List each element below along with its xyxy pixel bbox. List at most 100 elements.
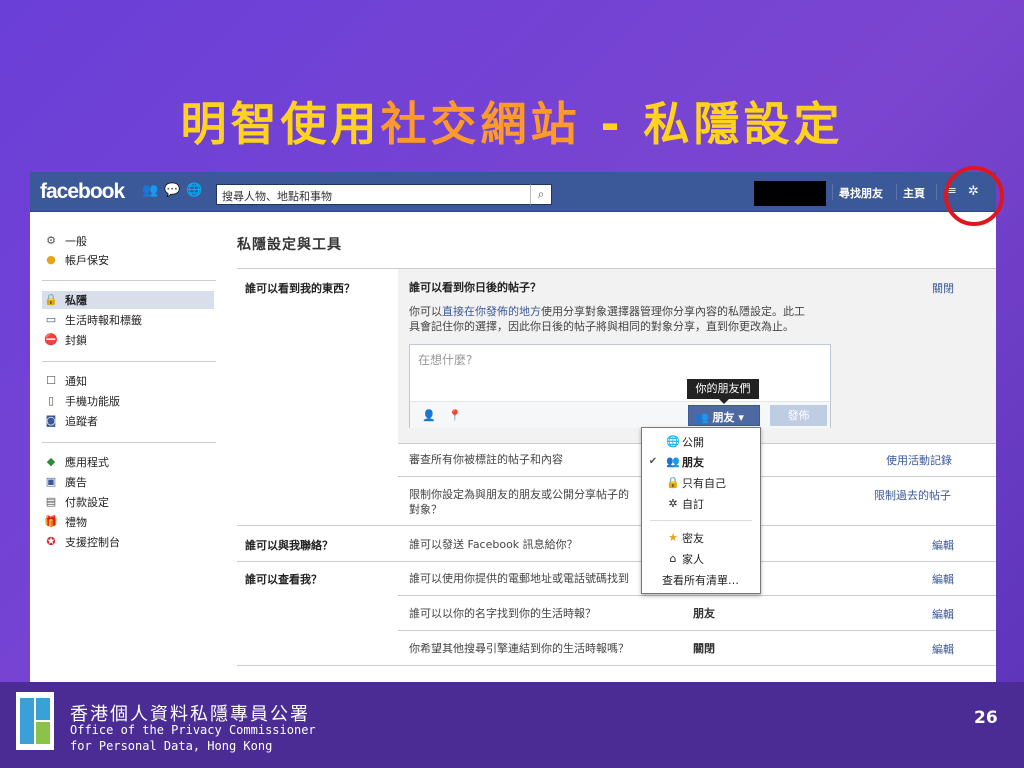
section-label-contact: 誰可以與我聯絡？	[245, 539, 333, 552]
organisation-name-en-line1: Office of the Privacy Commissioner	[70, 723, 316, 737]
redacted-profile	[754, 181, 826, 206]
section-label-lookup: 誰可以查看我？	[245, 573, 322, 586]
option-label: 只有自己	[682, 476, 726, 490]
audience-selector-button[interactable]: 👥 朋友 ▾	[688, 405, 760, 426]
friends-icon: 👥	[666, 455, 680, 468]
facebook-topbar: facebook 👥 💬 🌐 搜尋人物、地點和事物 ⌕ 尋找朋友 主頁 ⁝≡ ✲	[30, 172, 996, 212]
messages-icon[interactable]: 💬	[164, 184, 180, 198]
composer-placeholder: 在想什麼?	[418, 353, 473, 367]
audience-option-custom[interactable]: ✲ 自訂	[642, 494, 760, 513]
gear-icon: ✲	[668, 497, 678, 510]
audience-tooltip: 你的朋友們	[687, 379, 759, 404]
lock-icon: 🔒	[666, 476, 680, 489]
audience-option-only-me[interactable]: 🔒 只有自己	[642, 473, 760, 492]
sidebar-item-security[interactable]: ● 帳戶保安	[44, 251, 216, 269]
divider	[42, 280, 216, 281]
sidebar-item-label: 支援控制台	[65, 536, 120, 549]
limit-past-text: 限制你設定為與朋友的朋友或公開分享帖子的 對象？	[409, 487, 629, 517]
block-icon: ⛔	[44, 333, 58, 346]
divider	[237, 665, 996, 666]
mobile-icon: ▯	[47, 394, 55, 407]
edit-link[interactable]: 編輯	[932, 537, 954, 553]
sidebar-item-privacy[interactable]: 🔒 私隱	[42, 291, 214, 309]
page-number: 26	[974, 708, 998, 728]
edit-link[interactable]: 編輯	[932, 641, 954, 657]
desc-text: 具會記住你的選擇，因此你日後的帖子將與相同的對象分享，直到你更改為止。	[409, 320, 794, 333]
sidebar-item-label: 一般	[65, 235, 87, 248]
location-icon[interactable]: 📍	[448, 409, 462, 422]
edit-link[interactable]: 編輯	[932, 606, 954, 622]
desc-link[interactable]: 直接在你發佈的地方	[442, 305, 541, 318]
sidebar-item-notifications[interactable]: ☐ 通知	[44, 372, 216, 390]
search-engine-value: 關閉	[693, 642, 715, 655]
support-icon: ✪	[46, 535, 56, 548]
sidebar-item-label: 廣告	[65, 476, 87, 489]
sidebar-item-label: 封鎖	[65, 334, 87, 347]
sidebar-item-general[interactable]: ⚙ 一般	[44, 232, 216, 250]
search-input[interactable]: 搜尋人物、地點和事物	[216, 184, 552, 205]
divider	[650, 520, 752, 521]
divider	[398, 595, 996, 596]
slide-title-part3: - 私隱設定	[580, 97, 844, 151]
edit-link[interactable]: 編輯	[932, 571, 954, 587]
facebook-logo[interactable]: facebook	[40, 180, 125, 204]
see-all-lists-link[interactable]: 查看所有清單…	[642, 570, 760, 589]
expanded-description: 你可以直接在你發佈的地方使用分享對象選擇器管理你分享內容的私隱設定。此工 具會記住…	[409, 304, 805, 334]
home-icon: ⌂	[669, 552, 677, 565]
expanded-title: 誰可以看到你日後的帖子？	[409, 281, 541, 294]
home-link[interactable]: 主頁	[903, 185, 925, 201]
sidebar-item-timeline[interactable]: ▭ 生活時報和標籤	[44, 311, 216, 329]
ads-icon: ▣	[45, 475, 57, 488]
sidebar-item-followers[interactable]: ◙ 追蹤者	[44, 412, 216, 430]
find-friends-link[interactable]: 尋找朋友	[839, 185, 883, 201]
tag-friends-icon[interactable]: 👤	[422, 409, 436, 422]
sidebar-item-label: 付款設定	[65, 496, 109, 509]
close-link[interactable]: 關閉	[932, 280, 954, 296]
activity-log-link[interactable]: 使用活動記錄	[886, 452, 952, 468]
gears-icon: ⚙	[46, 234, 56, 247]
notifications-globe-icon[interactable]: 🌐	[186, 184, 202, 198]
slide-title-part1: 明智使用	[180, 97, 381, 151]
audience-option-close-friends[interactable]: ★ 密友	[642, 528, 760, 547]
star-icon: ★	[668, 531, 678, 544]
limit-past-posts-link[interactable]: 限制過去的帖子	[874, 487, 951, 503]
friend-requests-icon[interactable]: 👥	[142, 184, 158, 198]
audience-option-family[interactable]: ⌂ 家人	[642, 549, 760, 568]
sidebar-item-label: 追蹤者	[65, 415, 98, 428]
search-icon[interactable]: ⌕	[530, 184, 552, 205]
divider	[237, 561, 996, 562]
option-label: 家人	[682, 552, 704, 566]
audience-option-public[interactable]: 🌐 公開	[642, 432, 760, 451]
audience-option-friends[interactable]: ✔ 👥 朋友	[642, 452, 760, 471]
composer-footer: 👤 📍	[410, 401, 830, 428]
gift-icon: 🎁	[44, 515, 58, 528]
settings-sidebar: ⚙ 一般 ● 帳戶保安 🔒 私隱 ▭ 生活時報和標籤 ⛔ 封鎖 ☐ 通知 ▯ 手機功能版 ◙ 追…	[30, 212, 216, 682]
option-label: 密友	[682, 531, 704, 545]
sidebar-item-label: 私隱	[65, 294, 87, 307]
sidebar-item-payments[interactable]: ▤ 付款設定	[44, 493, 216, 511]
sidebar-item-blocking[interactable]: ⛔ 封鎖	[44, 331, 216, 349]
sidebar-item-ads[interactable]: ▣ 廣告	[44, 473, 216, 491]
option-label: 自訂	[682, 497, 704, 511]
pcpd-logo-icon	[16, 692, 54, 750]
status-composer[interactable]: 在想什麼? 👤 📍	[409, 344, 831, 428]
divider	[42, 361, 216, 362]
sidebar-item-gifts[interactable]: 🎁 禮物	[44, 513, 216, 531]
audience-dropdown-menu: 🌐 公開 ✔ 👥 朋友 🔒 只有自己 ✲ 自訂 ★ 密友 ⌂ 家人 查看所有清單…	[641, 427, 761, 594]
sidebar-item-mobile[interactable]: ▯ 手機功能版	[44, 392, 216, 410]
apps-icon: ◆	[46, 455, 56, 468]
sidebar-item-apps[interactable]: ◆ 應用程式	[44, 453, 216, 471]
sidebar-item-support[interactable]: ✪ 支援控制台	[44, 533, 216, 551]
audience-label: 朋友	[712, 411, 735, 424]
slide-title: 明智使用社交網站 - 私隱設定	[0, 88, 1024, 154]
divider	[42, 442, 216, 443]
divider	[832, 184, 833, 200]
friends-icon: 👥	[695, 411, 709, 424]
search-engine-text: 你希望其他搜尋引擎連結到你的生活時報嗎？	[409, 642, 629, 655]
page-title: 私隱設定與工具	[237, 237, 342, 253]
globe-icon: 🌐	[666, 435, 680, 448]
row-text: 對象？	[409, 503, 442, 516]
post-button[interactable]: 發佈	[770, 405, 827, 426]
section-label-visibility: 誰可以看到我的東西？	[245, 282, 355, 295]
lookup-email-text: 誰可以使用你提供的電郵地址或電話號碼找到	[409, 572, 629, 585]
